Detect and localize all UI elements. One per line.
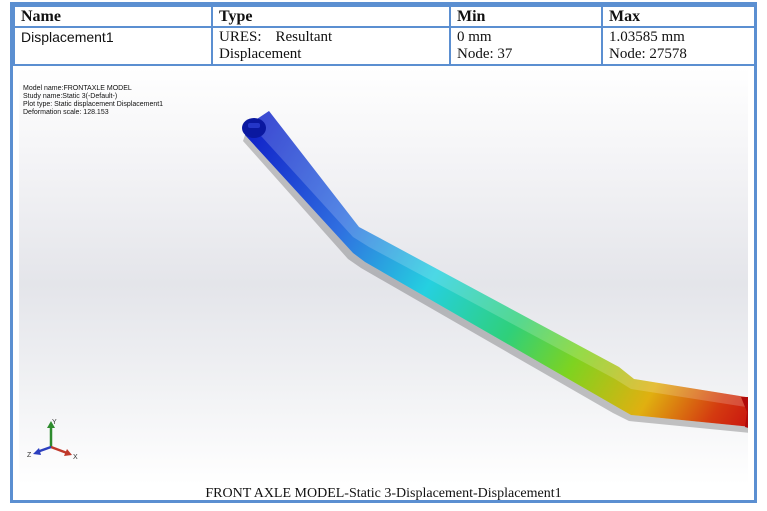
result-min-value: 0 mm (457, 29, 492, 45)
header-min: Min (449, 5, 603, 28)
report-frame: Name Type Min Max Displacement1 URES: Res… (10, 2, 757, 503)
result-type-code: URES: (219, 29, 262, 45)
result-type-cell: URES: Resultant Displacement (211, 26, 451, 66)
result-max-cell: 1.03585 mm Node: 27578 (601, 26, 756, 66)
triad-z-label: Z (27, 452, 32, 459)
axle-body (245, 111, 748, 427)
header-type: Type (211, 5, 451, 28)
axle-top-face (251, 111, 746, 407)
triad-x-axis (50, 445, 68, 455)
result-type-line2: Displacement (219, 46, 302, 62)
result-min-cell: 0 mm Node: 37 (449, 26, 603, 66)
axle-end-left-slot (248, 123, 260, 128)
result-type-word: Resultant (275, 29, 333, 45)
triad-y-label: Y (52, 419, 57, 426)
result-max-value: 1.03585 mm (609, 29, 685, 45)
result-type-line1: URES: Resultant (219, 29, 443, 46)
axle-displacement-plot[interactable] (19, 67, 748, 485)
result-name: Displacement1 (21, 29, 114, 45)
header-name: Name (13, 5, 213, 28)
header-max: Max (601, 5, 756, 28)
model-viewport[interactable]: Model name:FRONTAXLE MODEL Study name:St… (19, 67, 748, 485)
result-min-node: Node: 37 (457, 46, 513, 62)
table-header-row: Name Type Min Max (13, 5, 756, 28)
plot-caption: FRONT AXLE MODEL-Static 3-Displacement-D… (205, 486, 562, 501)
triad-z-arrow (33, 448, 41, 455)
results-table: Name Type Min Max Displacement1 URES: Res… (13, 5, 756, 66)
result-name-cell: Displacement1 (13, 26, 213, 66)
orientation-triad: Y X Z (27, 419, 78, 461)
triad-x-label: X (73, 454, 78, 461)
table-row: Displacement1 URES: Resultant Displacemen… (13, 26, 756, 66)
result-max-node: Node: 27578 (609, 46, 687, 62)
